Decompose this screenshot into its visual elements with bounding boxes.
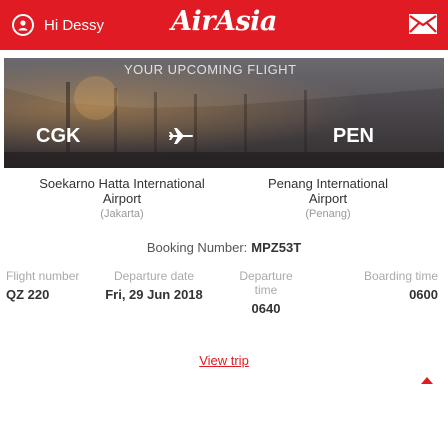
departure-date-label: Departure date: [113, 269, 195, 283]
flight-number-label: Flight number: [6, 269, 80, 283]
origin-airport: Soekarno Hatta International Airport (Ja…: [32, 176, 212, 220]
origin-code: CGK: [36, 124, 81, 147]
airports-row: Soekarno Hatta International Airport (Ja…: [0, 176, 448, 234]
origin-city: (Jakarta): [100, 208, 144, 220]
view-trip-row: View trip: [0, 352, 448, 370]
chevron-up-icon[interactable]: [420, 372, 434, 384]
profile-button[interactable]: Hi Dessy: [12, 14, 104, 36]
view-trip-link[interactable]: View trip: [199, 353, 249, 368]
upcoming-flight-banner[interactable]: YOUR UPCOMING FLIGHT CGK PEN: [4, 58, 444, 168]
flight-number: QZ 220: [6, 287, 50, 302]
destination-airport: Penang International Airport (Penang): [248, 176, 408, 220]
origin-airport-name: Soekarno Hatta International Airport: [39, 176, 205, 206]
upcoming-flight-title: YOUR UPCOMING FLIGHT: [124, 62, 297, 77]
boarding-time: 0600: [409, 287, 438, 302]
route-summary: CGK PEN: [4, 114, 444, 158]
destination-city: (Penang): [305, 208, 351, 220]
greeting-text: Hi Dessy: [44, 16, 105, 34]
departure-time-column: Departure time 0640: [228, 269, 304, 316]
mail-icon[interactable]: [408, 13, 438, 35]
flight-number-column: Flight number QZ 220: [6, 269, 86, 302]
user-icon: [12, 14, 34, 36]
departure-date: Fri, 29 Jun 2018: [105, 287, 203, 302]
departure-time-label: Departure time: [239, 269, 293, 297]
boarding-time-column: Boarding time 0600: [326, 269, 438, 302]
boarding-time-label: Boarding time: [363, 269, 438, 283]
airasia-logo: AirAsia: [171, 6, 277, 37]
destination-airport-name: Penang International Airport: [268, 176, 388, 206]
destination-code: PEN: [332, 124, 374, 147]
booking-number-label: Booking Number:: [146, 240, 248, 255]
departure-date-column: Departure date Fri, 29 Jun 2018: [104, 269, 204, 302]
booking-number: MPZ53T: [251, 240, 302, 255]
app-header: Hi Dessy AirAsia: [0, 0, 448, 50]
flight-details: Flight number QZ 220 Departure date Fri,…: [0, 269, 448, 349]
departure-time: 0640: [251, 301, 281, 316]
booking-number-row: Booking Number: MPZ53T: [0, 240, 448, 255]
airplane-icon: [168, 126, 194, 146]
